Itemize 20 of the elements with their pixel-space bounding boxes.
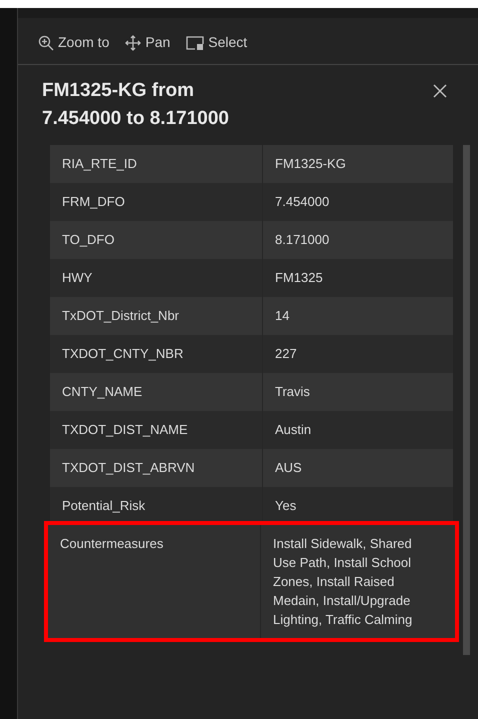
field-name: Countermeasures (48, 525, 261, 638)
field-value: 8.171000 (274, 231, 330, 249)
field-value: FM1325-KG (274, 155, 347, 173)
field-value: Austin (274, 421, 312, 439)
move-arrows-icon (125, 34, 142, 50)
select-box-icon (186, 34, 204, 50)
zoom-in-icon (38, 34, 54, 50)
popup-title: FM1325-KG from 7.454000 to 8.171000 (42, 79, 230, 131)
scrollbar[interactable] (463, 145, 470, 655)
field-value: Travis (274, 383, 311, 401)
field-value: 227 (274, 345, 298, 363)
field-value: AUS (274, 459, 303, 477)
field-value: Yes (274, 497, 298, 515)
field-value: Install Sidewalk, Shared Use Path, Install School Zones, Install Raised Medain, Install/Upgrade Lighting, Traffic Calming (272, 535, 414, 629)
toolbar-button[interactable]: Select (186, 32, 248, 53)
toolbar-button[interactable]: Zoom to (38, 32, 110, 53)
toolbar-button[interactable]: Pan (125, 32, 170, 53)
field-value: 7.454000 (274, 193, 330, 211)
field-value: 14 (274, 307, 290, 325)
field-value: FM1325 (274, 269, 324, 287)
